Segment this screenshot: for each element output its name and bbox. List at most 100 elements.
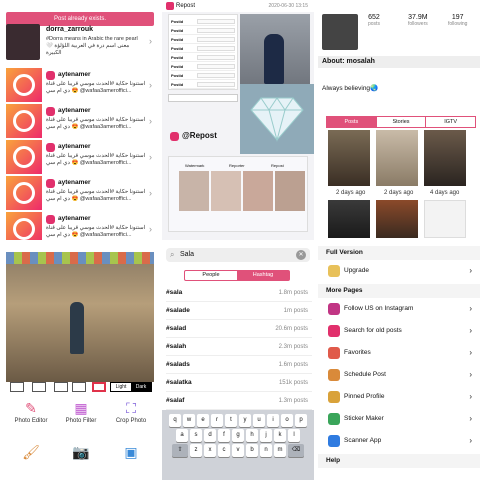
search-input[interactable] <box>168 94 238 102</box>
key[interactable]: e <box>197 414 209 427</box>
frame-button[interactable]: ▣ <box>108 444 154 462</box>
ratio-option[interactable] <box>32 382 46 392</box>
form-label: Postid <box>171 45 184 51</box>
post-thumbnail[interactable] <box>328 200 370 238</box>
thumbnail[interactable] <box>179 171 209 211</box>
key[interactable]: i <box>267 414 279 427</box>
camera-button[interactable]: 📷 <box>58 444 104 462</box>
thumbnail[interactable] <box>275 171 305 211</box>
form-field[interactable] <box>197 81 235 87</box>
list-item[interactable]: 2.3m posts #salah <box>166 338 312 356</box>
form-field[interactable] <box>197 54 235 60</box>
list-item[interactable]: aytenamer استنونا حكاية #الحدث موسي قريب… <box>6 176 156 210</box>
key[interactable]: c <box>218 444 230 457</box>
key[interactable]: v <box>232 444 244 457</box>
shift-key[interactable]: ⇧ <box>172 444 188 457</box>
key[interactable]: s <box>190 429 202 442</box>
key[interactable]: f <box>218 429 230 442</box>
key[interactable]: z <box>190 444 202 457</box>
backspace-key[interactable]: ⌫ <box>288 444 304 457</box>
menu-item[interactable]: Pinned Profile › <box>326 386 476 408</box>
key[interactable]: x <box>204 444 216 457</box>
thumb-tab[interactable]: Watermark <box>185 163 204 169</box>
thumb-tab[interactable]: Repost <box>271 163 284 169</box>
key[interactable]: n <box>260 444 272 457</box>
key[interactable]: b <box>246 444 258 457</box>
dark-option[interactable]: Dark <box>131 383 151 391</box>
post-thumbnail[interactable] <box>424 200 466 238</box>
post-thumbnail[interactable] <box>376 130 418 186</box>
post-thumbnail[interactable] <box>376 200 418 238</box>
feed-post[interactable]: dorra_zarrouk #Dorra means in Arabic the… <box>6 24 156 64</box>
crop-photo-button[interactable]: ⛶ Crop Photo <box>108 400 154 424</box>
upgrade-item[interactable]: Upgrade › <box>326 260 476 282</box>
list-item[interactable]: 1m posts #salade <box>166 302 312 320</box>
post-thumbnail[interactable] <box>424 130 466 186</box>
post-thumbnail[interactable] <box>328 130 370 186</box>
brush-button[interactable]: 🖌 <box>8 444 54 462</box>
list-item[interactable]: aytenamer استنونا حكاية #الحدث موسي قريب… <box>6 140 156 174</box>
key[interactable]: w <box>183 414 195 427</box>
form-label: Postid <box>171 54 184 60</box>
list-item[interactable]: aytenamer استنونا حكاية #الحدث موسي قريب… <box>6 104 156 138</box>
key[interactable]: q <box>169 414 181 427</box>
person-figure <box>264 34 284 84</box>
tab-stories[interactable]: Stories <box>377 117 427 127</box>
light-option[interactable]: Light <box>111 383 131 391</box>
theme-toggle[interactable]: Light Dark <box>110 382 152 392</box>
tab-hashtag[interactable]: Hashtag <box>237 271 289 280</box>
list-item[interactable]: 151k posts #salatka <box>166 374 312 392</box>
ratio-option-selected[interactable] <box>92 382 106 392</box>
search-input[interactable]: Sala ✕ <box>166 248 310 262</box>
key[interactable]: d <box>204 429 216 442</box>
key[interactable]: h <box>246 429 258 442</box>
row-caption: استنونا حكاية #الحدث موسي قريبا على قناة… <box>46 153 146 166</box>
key[interactable]: k <box>274 429 286 442</box>
key[interactable]: a <box>176 429 188 442</box>
feed-caption: #Dorra means in Arabic the rare pearl 🤍 … <box>46 36 138 56</box>
menu-item[interactable]: Follow US on Instagram › <box>326 298 476 320</box>
menu-item[interactable]: Schedule Post › <box>326 364 476 386</box>
list-item[interactable]: 20.6m posts #salad <box>166 320 312 338</box>
person-figure <box>70 302 84 354</box>
list-item[interactable]: aytenamer استنونا حكاية #الحدث موسي قريب… <box>6 212 156 240</box>
tab-igtv[interactable]: IGTV <box>426 117 475 127</box>
ratio-option[interactable] <box>72 382 86 392</box>
thumb-tab[interactable]: Reporter <box>229 163 245 169</box>
photo-filter-button[interactable]: ▦ Photo Filter <box>58 400 104 424</box>
form-field[interactable] <box>197 72 235 78</box>
form-field[interactable] <box>197 27 235 33</box>
form-field[interactable] <box>197 45 235 51</box>
list-item[interactable]: aytenamer استنونا حكاية #الحدث موسي قريب… <box>6 68 156 102</box>
form-field[interactable] <box>197 63 235 69</box>
menu-item[interactable]: Scanner App › <box>326 430 476 452</box>
chevron-right-icon: › <box>469 414 472 423</box>
thumbnail[interactable] <box>211 171 241 211</box>
menu-item[interactable]: Favorites › <box>326 342 476 364</box>
list-item[interactable]: 1.8m posts #sala <box>166 284 312 302</box>
key[interactable]: u <box>253 414 265 427</box>
ratio-option[interactable] <box>10 382 24 392</box>
key[interactable]: p <box>295 414 307 427</box>
key[interactable]: o <box>281 414 293 427</box>
key[interactable]: r <box>211 414 223 427</box>
form-field[interactable] <box>197 36 235 42</box>
form-field[interactable] <box>197 18 235 24</box>
key[interactable]: g <box>232 429 244 442</box>
menu-item[interactable]: Sticker Maker › <box>326 408 476 430</box>
key[interactable]: m <box>274 444 286 457</box>
menu-item[interactable]: Search for old posts › <box>326 320 476 342</box>
photo-editor-button[interactable]: ✎ Photo Editor <box>8 400 54 424</box>
key[interactable]: j <box>260 429 272 442</box>
key[interactable]: t <box>225 414 237 427</box>
tab-posts[interactable]: Posts <box>327 117 377 127</box>
list-item[interactable]: 1.3m posts #salaf <box>166 392 312 410</box>
clear-icon[interactable]: ✕ <box>296 250 306 260</box>
list-item[interactable]: 1.6m posts #salads <box>166 356 312 374</box>
tab-people[interactable]: People <box>185 271 237 280</box>
ratio-option[interactable] <box>54 382 68 392</box>
thumbnail[interactable] <box>243 171 273 211</box>
repost-icon <box>6 68 42 102</box>
key[interactable]: l <box>288 429 300 442</box>
key[interactable]: y <box>239 414 251 427</box>
